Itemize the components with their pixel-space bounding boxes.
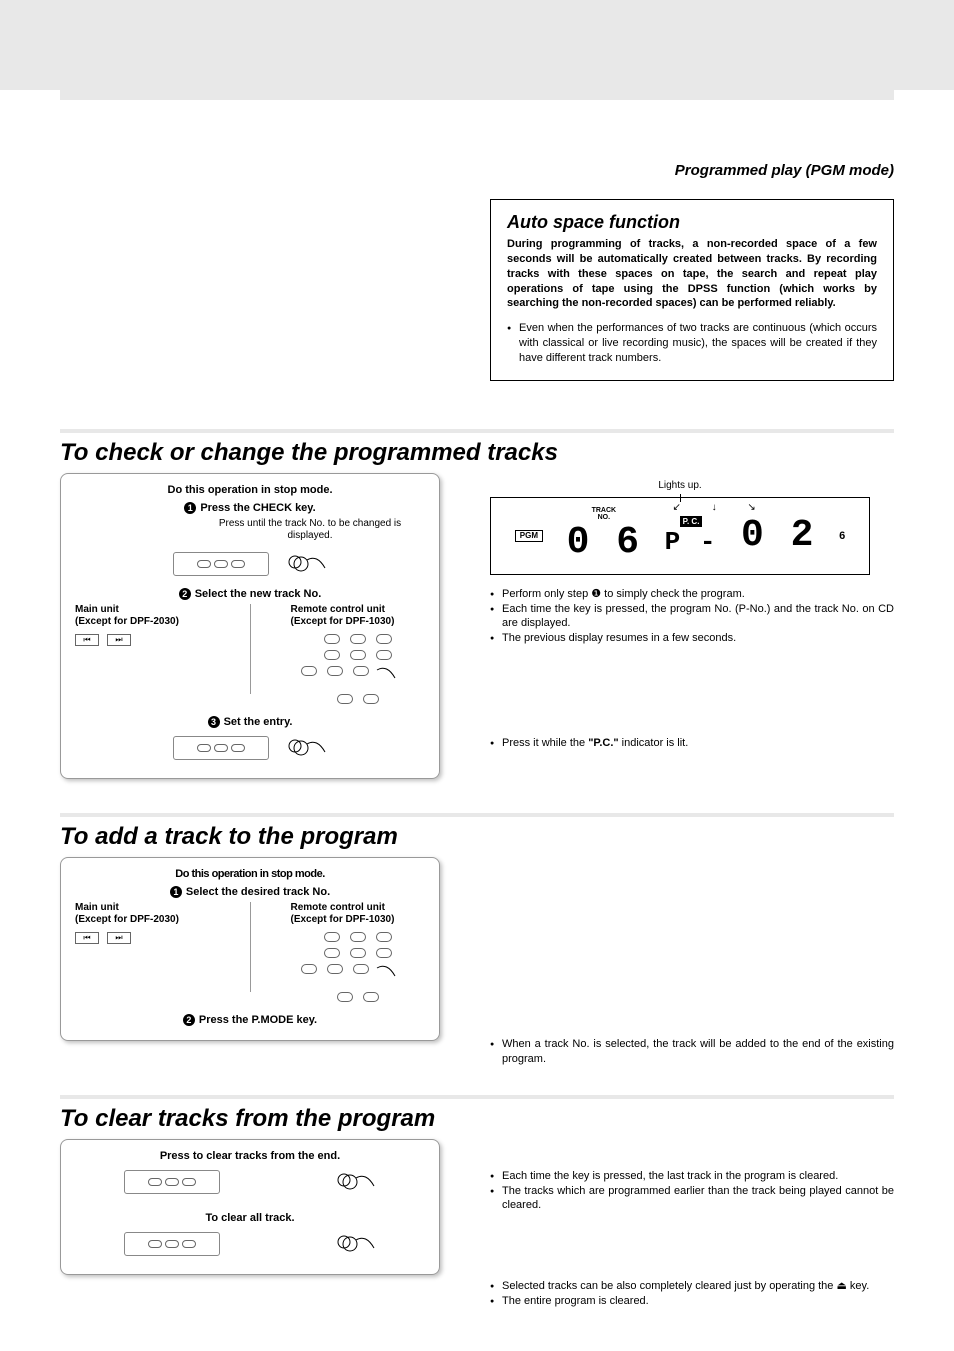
- main-unit-panel-icon: [173, 736, 269, 760]
- seek-buttons-icon: ⏮⏭: [75, 634, 210, 646]
- step-2-label: Select the new track No.: [195, 588, 322, 600]
- pgm-indicator: PGM: [515, 530, 543, 542]
- main-unit-label: Main unit: [75, 604, 119, 615]
- clear-note-1: Each time the key is pressed, the last t…: [490, 1169, 894, 1184]
- display-panel: Lights up. ↙ ↓ ↘ PGM TRACK NO. 0 6 P. C.…: [490, 497, 870, 575]
- auto-space-box: Auto space function During programming o…: [490, 199, 894, 381]
- add-note-1: When a track No. is selected, the track …: [490, 1037, 894, 1067]
- main-unit-label: Main unit: [75, 902, 119, 913]
- check-note-1: Perform only step ❶ to simply check the …: [490, 587, 894, 602]
- auto-space-title: Auto space function: [507, 212, 877, 233]
- step-1-note: Press until the track No. to be changed …: [195, 518, 425, 542]
- add-track-heading: To add a track to the program: [60, 823, 894, 851]
- step-3-icon: 3: [208, 716, 220, 728]
- step-1-icon: 1: [184, 502, 196, 514]
- press-finger-icon: [287, 734, 327, 762]
- remote-keypad-icon: [291, 932, 426, 942]
- press-finger-icon: [375, 660, 415, 688]
- remote-unit-label: Remote control unit: [291, 604, 385, 615]
- auto-space-description: During programming of tracks, a non-reco…: [507, 237, 877, 311]
- stop-mode-note: Do this operation in stop mode.: [75, 484, 425, 496]
- check-change-steps: Do this operation in stop mode. 1 Press t…: [60, 473, 440, 779]
- p-number-display: P -: [665, 527, 718, 557]
- clear-all-label: To clear all track.: [75, 1212, 425, 1224]
- clear-tracks-heading: To clear tracks from the program: [60, 1105, 894, 1133]
- step-3-label: Set the entry.: [224, 716, 293, 728]
- check-note-3: The previous display resumes in a few se…: [490, 631, 894, 646]
- remote-unit-sub: (Except for DPF-1030): [291, 914, 395, 925]
- step-1-icon: 1: [170, 886, 182, 898]
- remote-unit-label: Remote control unit: [291, 902, 385, 913]
- remote-keypad-icon: [291, 634, 426, 644]
- main-unit-panel-icon: [124, 1232, 220, 1256]
- press-clear-end-label: Press to clear tracks from the end.: [75, 1150, 425, 1162]
- press-finger-icon: [287, 550, 327, 578]
- add-track-steps: Do this operation in stop mode. 1 Select …: [60, 857, 440, 1041]
- seek-buttons-icon: ⏮⏭: [75, 932, 210, 944]
- track-number-display: 0 6: [567, 521, 641, 564]
- main-unit-panel-icon: [173, 552, 269, 576]
- main-unit-panel-icon: [124, 1170, 220, 1194]
- press-finger-icon: [336, 1230, 376, 1258]
- step-1-label: Press the CHECK key.: [200, 502, 315, 514]
- page-section-header: Programmed play (PGM mode): [60, 100, 894, 179]
- digit-six: 6: [839, 530, 845, 542]
- track-no-label: TRACK NO.: [567, 507, 641, 521]
- check-change-heading: To check or change the programmed tracks: [60, 439, 894, 467]
- pc-indicator: P. C.: [680, 516, 703, 527]
- stop-mode-note: Do this operation in stop mode.: [75, 868, 425, 880]
- clear-tracks-steps: Press to clear tracks from the end. To c…: [60, 1139, 440, 1275]
- auto-space-note: Even when the performances of two tracks…: [507, 321, 877, 366]
- main-unit-sub: (Except for DPF-2030): [75, 914, 179, 925]
- main-unit-sub: (Except for DPF-2030): [75, 616, 179, 627]
- lights-up-label: Lights up.: [658, 480, 701, 491]
- clear-note-3: Selected tracks can be also completely c…: [490, 1279, 894, 1294]
- program-number-display: 0 2: [741, 514, 815, 557]
- clear-note-4: The entire program is cleared.: [490, 1294, 894, 1309]
- step-2-icon: 2: [179, 588, 191, 600]
- check-note-2: Each time the key is pressed, the progra…: [490, 602, 894, 632]
- step-2-icon: 2: [183, 1014, 195, 1026]
- clear-note-2: The tracks which are programmed earlier …: [490, 1184, 894, 1214]
- check-note-4: Press it while the "P.C." indicator is l…: [490, 736, 894, 751]
- remote-unit-sub: (Except for DPF-1030): [291, 616, 395, 627]
- press-finger-icon: [375, 958, 415, 986]
- step-1-label: Select the desired track No.: [186, 886, 330, 898]
- press-finger-icon: [336, 1168, 376, 1196]
- step-2-label: Press the P.MODE key.: [199, 1014, 317, 1026]
